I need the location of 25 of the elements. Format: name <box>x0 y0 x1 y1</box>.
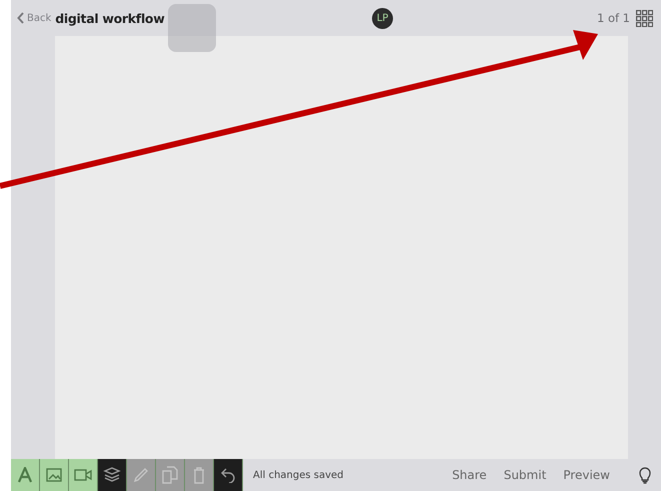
action-button[interactable]: Submit <box>504 468 546 482</box>
video-camera-icon <box>74 469 92 481</box>
trash-icon <box>193 466 205 484</box>
user-avatar[interactable]: LP <box>372 8 393 29</box>
grid-icon[interactable] <box>636 10 653 26</box>
back-link[interactable]: Back <box>17 12 52 24</box>
action-button[interactable]: Preview <box>563 468 610 482</box>
copy-icon <box>162 466 178 484</box>
lightbulb-icon[interactable] <box>639 466 651 484</box>
video-tool-button[interactable] <box>69 459 98 491</box>
copy-tool-button[interactable] <box>156 459 185 491</box>
undo-tool-button[interactable] <box>214 459 243 491</box>
document-title: digital workflow <box>55 10 164 26</box>
undo-icon <box>221 467 235 483</box>
layers-tool-button[interactable] <box>98 459 127 491</box>
text-tool-button[interactable] <box>11 459 40 491</box>
text-icon <box>18 467 32 483</box>
page-counter: 1 of 1 <box>596 11 630 25</box>
layers-icon <box>103 466 121 484</box>
action-button[interactable]: Share <box>452 468 487 482</box>
pencil-icon <box>133 467 149 483</box>
chevron-left-icon <box>17 12 25 24</box>
save-status: All changes saved <box>253 470 344 480</box>
image-tool-button[interactable] <box>40 459 69 491</box>
image-icon <box>46 468 62 482</box>
